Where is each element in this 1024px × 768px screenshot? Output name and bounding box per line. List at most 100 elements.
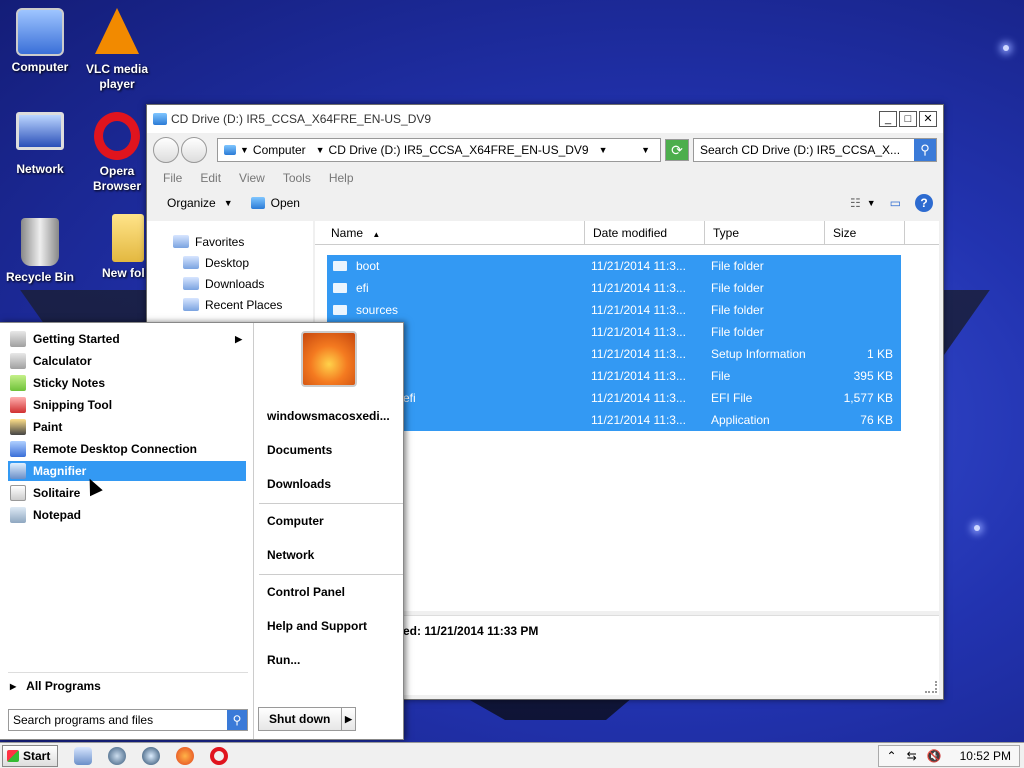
minimize-button[interactable]: _ bbox=[879, 111, 897, 127]
program-label: Notepad bbox=[33, 508, 81, 522]
table-row[interactable]: boot 11/21/2014 11:3... File folder bbox=[327, 255, 901, 277]
column-type[interactable]: Type bbox=[705, 221, 825, 244]
start-button[interactable]: Start bbox=[2, 744, 58, 767]
user-avatar[interactable] bbox=[301, 331, 357, 387]
breadcrumb-cd-drive[interactable]: CD Drive (D:) IR5_CCSA_X64FRE_EN-US_DV9 bbox=[329, 143, 589, 157]
forward-button[interactable] bbox=[181, 137, 207, 163]
place-run[interactable]: Run... bbox=[267, 653, 300, 667]
place-control-panel[interactable]: Control Panel bbox=[267, 585, 345, 599]
refresh-button[interactable]: ⟳ bbox=[665, 139, 689, 161]
window-title: CD Drive (D:) IR5_CCSA_X64FRE_EN-US_DV9 bbox=[171, 112, 432, 126]
volume-muted-icon[interactable]: 🔇 bbox=[927, 749, 942, 763]
program-notepad[interactable]: Notepad bbox=[8, 505, 246, 525]
chevron-down-icon[interactable]: ▼ bbox=[316, 145, 325, 155]
column-type-label: Type bbox=[713, 226, 740, 240]
file-type: Setup Information bbox=[711, 347, 806, 361]
program-label: Snipping Tool bbox=[33, 398, 113, 412]
computer-icon bbox=[16, 8, 64, 56]
desktop-icon-label: Recycle Bin bbox=[5, 270, 75, 284]
firefox-icon[interactable] bbox=[176, 746, 194, 765]
file-rows: boot 11/21/2014 11:3... File folder efi … bbox=[327, 255, 901, 431]
breadcrumb-computer[interactable]: Computer bbox=[253, 143, 306, 157]
search-input[interactable]: Search CD Drive (D:) IR5_CCSA_X... bbox=[700, 143, 914, 157]
show-hidden-icons-icon[interactable]: ⌃ bbox=[887, 749, 897, 763]
table-row[interactable]: efi 11/21/2014 11:3... EFI File 1,577 KB bbox=[327, 387, 901, 409]
table-row[interactable]: 11/21/2014 11:3... Application 76 KB bbox=[327, 409, 901, 431]
program-sticky-notes[interactable]: Sticky Notes bbox=[8, 373, 246, 393]
title-bar[interactable]: CD Drive (D:) IR5_CCSA_X64FRE_EN-US_DV9 … bbox=[147, 105, 943, 133]
address-bar[interactable]: ▼ Computer ▼ CD Drive (D:) IR5_CCSA_X64F… bbox=[217, 138, 661, 162]
view-list-icon[interactable]: ☷ bbox=[850, 196, 861, 210]
table-row[interactable]: 11/21/2014 11:3... Setup Information 1 K… bbox=[327, 343, 901, 365]
shutdown-button[interactable]: Shut down ▶ bbox=[258, 707, 356, 731]
nav-item-downloads[interactable]: Downloads bbox=[147, 273, 313, 294]
desktop-icon-new-folder[interactable]: New fol bbox=[92, 214, 152, 281]
column-name[interactable]: Name ▲ bbox=[315, 221, 585, 244]
search-icon[interactable]: ⚲ bbox=[914, 139, 936, 161]
chevron-right-icon[interactable]: ▶ bbox=[341, 708, 355, 730]
desktop-icon-recycle-bin[interactable]: Recycle Bin bbox=[0, 218, 80, 285]
place-downloads[interactable]: Downloads bbox=[267, 477, 331, 491]
open-button[interactable]: Open bbox=[250, 196, 300, 210]
search-box[interactable]: Search CD Drive (D:) IR5_CCSA_X... ⚲ bbox=[693, 138, 937, 162]
table-row[interactable]: efi 11/21/2014 11:3... File folder bbox=[327, 277, 901, 299]
program-getting-started[interactable]: Getting Started ▶ bbox=[8, 329, 246, 349]
menu-edit[interactable]: Edit bbox=[200, 171, 221, 185]
program-solitaire[interactable]: Solitaire bbox=[8, 483, 246, 503]
start-search-input[interactable] bbox=[9, 710, 227, 730]
program-calculator[interactable]: Calculator bbox=[8, 351, 246, 371]
place-documents[interactable]: Documents bbox=[267, 443, 332, 457]
desktop-icon-computer[interactable]: Computer bbox=[0, 8, 80, 75]
ie-taskbar-icon[interactable] bbox=[108, 746, 126, 765]
desktop-icon-network[interactable]: Network bbox=[0, 112, 80, 177]
menu-file[interactable]: File bbox=[163, 171, 182, 185]
opera-icon[interactable] bbox=[210, 746, 228, 765]
nav-favorites[interactable]: Favorites bbox=[147, 231, 313, 252]
nav-item-desktop[interactable]: Desktop bbox=[147, 252, 313, 273]
maximize-button[interactable]: □ bbox=[899, 111, 917, 127]
start-search-box[interactable]: ⚲ bbox=[8, 709, 248, 731]
desktop-icon-vlc[interactable]: VLC media player bbox=[77, 8, 157, 92]
table-row[interactable]: 11/21/2014 11:3... File 395 KB bbox=[327, 365, 901, 387]
program-magnifier[interactable]: Magnifier bbox=[8, 461, 246, 481]
chevron-down-icon[interactable]: ▼ bbox=[599, 145, 608, 155]
program-label: Calculator bbox=[33, 354, 92, 368]
program-remote-desktop[interactable]: Remote Desktop Connection bbox=[8, 439, 246, 459]
address-history-icon[interactable]: ▼ bbox=[641, 145, 650, 155]
file-type: File folder bbox=[711, 259, 764, 273]
help-icon[interactable]: ? bbox=[915, 194, 933, 212]
table-row[interactable]: 11/21/2014 11:3... File folder bbox=[327, 321, 901, 343]
all-programs-button[interactable]: ▶ All Programs bbox=[10, 679, 101, 693]
menu-tools[interactable]: Tools bbox=[283, 171, 311, 185]
chevron-down-icon[interactable]: ▼ bbox=[240, 145, 249, 155]
place-network[interactable]: Network bbox=[267, 548, 314, 562]
place-user[interactable]: windowsmacosxedi... bbox=[267, 409, 390, 423]
network-icon[interactable]: ⇆ bbox=[907, 749, 917, 763]
explorer-taskbar-icon[interactable] bbox=[74, 746, 92, 765]
program-paint[interactable]: Paint bbox=[8, 417, 246, 437]
place-computer[interactable]: Computer bbox=[267, 514, 324, 528]
snipping-tool-icon bbox=[10, 397, 26, 413]
table-row[interactable]: sources 11/21/2014 11:3... File folder bbox=[327, 299, 901, 321]
back-button[interactable] bbox=[153, 137, 179, 163]
close-button[interactable]: ✕ bbox=[919, 111, 937, 127]
organize-button[interactable]: Organize ▼ bbox=[167, 196, 233, 210]
wallpaper-star bbox=[974, 525, 980, 531]
resize-grip[interactable] bbox=[925, 681, 937, 693]
divider bbox=[259, 503, 403, 504]
place-help-and-support[interactable]: Help and Support bbox=[267, 619, 367, 633]
search-taskbar-icon[interactable] bbox=[142, 746, 160, 765]
clock[interactable]: 10:52 PM bbox=[960, 749, 1011, 763]
search-icon[interactable]: ⚲ bbox=[227, 710, 247, 730]
computer-icon bbox=[224, 145, 236, 155]
preview-pane-icon[interactable]: ▭ bbox=[890, 196, 901, 210]
nav-item-recent-places[interactable]: Recent Places bbox=[147, 294, 313, 315]
chevron-down-icon[interactable]: ▼ bbox=[867, 198, 876, 208]
menu-view[interactable]: View bbox=[239, 171, 265, 185]
chevron-down-icon: ▼ bbox=[223, 198, 233, 208]
menu-help[interactable]: Help bbox=[329, 171, 354, 185]
desktop-icon-opera[interactable]: Opera Browser bbox=[77, 112, 157, 194]
column-size[interactable]: Size bbox=[825, 221, 905, 244]
program-snipping-tool[interactable]: Snipping Tool bbox=[8, 395, 246, 415]
column-date[interactable]: Date modified bbox=[585, 221, 705, 244]
